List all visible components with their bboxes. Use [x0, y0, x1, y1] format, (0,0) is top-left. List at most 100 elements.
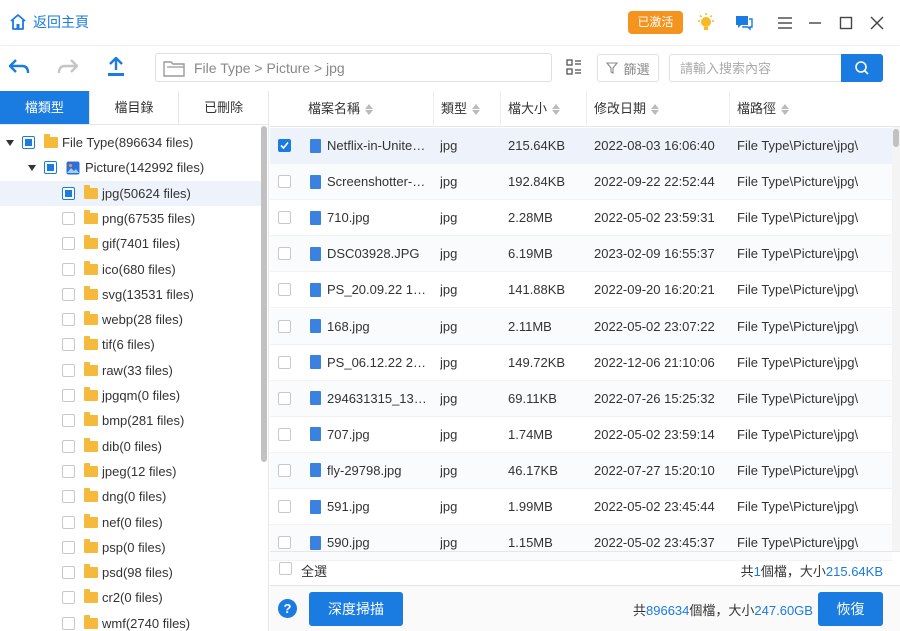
- close-icon[interactable]: [865, 11, 889, 35]
- scrollbar-thumb[interactable]: [893, 129, 899, 147]
- tree-checkbox[interactable]: [62, 287, 75, 301]
- path-bar[interactable]: File Type > Picture > jpg: [155, 53, 552, 82]
- back-icon[interactable]: [8, 57, 30, 80]
- expand-icon[interactable]: [28, 164, 36, 171]
- tree-item[interactable]: tif(6 files): [0, 332, 262, 357]
- row-checkbox[interactable]: [278, 139, 291, 152]
- tree-item[interactable]: dib(0 files): [0, 434, 262, 459]
- tree-checkbox[interactable]: [62, 616, 75, 630]
- expand-icon[interactable]: [6, 139, 14, 146]
- export-icon[interactable]: [106, 56, 126, 81]
- tree-checkbox[interactable]: [22, 136, 35, 149]
- tree-item[interactable]: bmp(281 files): [0, 408, 262, 433]
- col-date-header[interactable]: 修改日期: [594, 91, 660, 127]
- row-checkbox[interactable]: [278, 283, 291, 297]
- menu-icon[interactable]: [773, 11, 797, 35]
- tree-checkbox[interactable]: [62, 389, 75, 402]
- tree-item[interactable]: psp(0 files): [0, 535, 262, 560]
- tree-checkbox[interactable]: [62, 211, 75, 225]
- tree-checkbox[interactable]: [62, 313, 75, 327]
- path-text: File Type > Picture > jpg: [194, 59, 345, 76]
- left-scrollbar[interactable]: [261, 126, 267, 462]
- tree-checkbox[interactable]: [62, 591, 75, 605]
- table-scrollbar[interactable]: [892, 127, 900, 551]
- col-type-header[interactable]: 類型: [441, 91, 481, 127]
- activated-badge[interactable]: 已激活: [628, 11, 683, 34]
- tree-checkbox[interactable]: [62, 338, 75, 352]
- view-toggle-icon[interactable]: [566, 59, 582, 78]
- table-row[interactable]: PS_06.12.22 2… jpg 149.72KB 2022-12-06 21:1…: [270, 345, 892, 381]
- row-checkbox[interactable]: [278, 319, 291, 333]
- tree-checkbox[interactable]: [44, 161, 57, 175]
- row-checkbox[interactable]: [278, 427, 291, 441]
- recover-button[interactable]: 恢復: [818, 592, 883, 626]
- tree-item[interactable]: png(67535 files): [0, 206, 262, 231]
- search-input[interactable]: [669, 54, 841, 82]
- tree-item[interactable]: wmf(2740 files): [0, 611, 262, 631]
- table-row[interactable]: 707.jpg jpg 1.74MB 2022-05-02 23:59:14 File …: [270, 417, 892, 453]
- tree-checkbox[interactable]: [62, 515, 75, 529]
- tab-file-type[interactable]: 檔類型: [0, 91, 90, 124]
- tree-item[interactable]: svg(13531 files): [0, 282, 262, 307]
- row-checkbox[interactable]: [278, 211, 291, 225]
- tree-checkbox[interactable]: [62, 439, 75, 453]
- table-row[interactable]: PS_20.09.22 1… jpg 141.88KB 2022-09-20 16:2…: [270, 272, 892, 309]
- row-checkbox[interactable]: [278, 500, 291, 513]
- tree-item[interactable]: psd(98 files): [0, 560, 262, 585]
- col-path-header[interactable]: 檔路徑: [737, 91, 790, 127]
- row-checkbox[interactable]: [278, 247, 291, 261]
- folder-icon: [84, 437, 98, 452]
- tree-item[interactable]: ico(680 files): [0, 257, 262, 282]
- lightbulb-icon[interactable]: [694, 11, 718, 35]
- search-button[interactable]: [841, 54, 883, 82]
- table-row[interactable]: 168.jpg jpg 2.11MB 2022-05-02 23:07:22 File …: [270, 308, 892, 345]
- tree-item[interactable]: nef(0 files): [0, 510, 262, 535]
- filter-button[interactable]: 篩選: [597, 54, 659, 82]
- tree-item[interactable]: jpg(50624 files): [0, 180, 262, 206]
- tree-checkbox[interactable]: [62, 237, 75, 251]
- tree-item[interactable]: dng(0 files): [0, 484, 262, 509]
- tree-item[interactable]: gif(7401 files): [0, 231, 262, 256]
- table-row[interactable]: Screenshotter-… jpg 192.84KB 2022-09-22 22:…: [270, 164, 892, 201]
- help-icon[interactable]: ?: [278, 599, 297, 618]
- tree-item[interactable]: File Type(896634 files): [0, 130, 262, 155]
- table-row[interactable]: 710.jpg jpg 2.28MB 2022-05-02 23:59:31 File …: [270, 200, 892, 237]
- forward-icon[interactable]: [57, 57, 79, 80]
- tab-deleted[interactable]: 已刪除: [179, 91, 268, 124]
- tree-item[interactable]: Picture(142992 files): [0, 155, 262, 180]
- row-checkbox[interactable]: [278, 536, 291, 550]
- tab-file-directory[interactable]: 檔目錄: [90, 91, 180, 124]
- deep-scan-button[interactable]: 深度掃描: [309, 592, 403, 626]
- tree-checkbox[interactable]: [62, 363, 75, 377]
- select-all-checkbox[interactable]: [279, 562, 292, 575]
- tree-item[interactable]: raw(33 files): [0, 358, 262, 383]
- col-size-header[interactable]: 檔大小: [508, 91, 561, 127]
- tree-item[interactable]: jpgqm(0 files): [0, 383, 262, 408]
- table-row[interactable]: fly-29798.jpg jpg 46.17KB 2022-07-27 15:20:…: [270, 452, 892, 489]
- row-checkbox[interactable]: [278, 463, 291, 477]
- tree-checkbox[interactable]: [62, 262, 75, 276]
- tree-checkbox[interactable]: [62, 540, 75, 554]
- home-button[interactable]: 返回主頁: [9, 12, 89, 32]
- row-checkbox[interactable]: [278, 355, 291, 369]
- maximize-icon[interactable]: [834, 11, 858, 35]
- table-row[interactable]: 591.jpg jpg 1.99MB 2022-05-02 23:45:44 File …: [270, 489, 892, 525]
- tree-checkbox[interactable]: [62, 414, 75, 428]
- col-name-header[interactable]: 檔案名稱: [308, 91, 374, 127]
- feedback-icon[interactable]: [732, 11, 756, 35]
- table-row[interactable]: Netflix-in-Unite… jpg 215.64KB 2022-08-03 1…: [270, 128, 892, 164]
- tree-item[interactable]: jpeg(12 files): [0, 459, 262, 484]
- table-row[interactable]: 294631315_13… jpg 69.11KB 2022-07-26 15:25:…: [270, 380, 892, 417]
- tree-item[interactable]: webp(28 files): [0, 307, 262, 332]
- row-checkbox[interactable]: [278, 391, 291, 405]
- tree-item[interactable]: cr2(0 files): [0, 585, 262, 610]
- tree-checkbox[interactable]: [62, 490, 75, 504]
- row-checkbox[interactable]: [278, 175, 291, 189]
- minimize-icon[interactable]: [803, 11, 827, 35]
- tree-checkbox[interactable]: [62, 464, 75, 478]
- tree-checkbox[interactable]: [62, 566, 75, 580]
- file-type-cell: jpg: [440, 138, 458, 153]
- tree-checkbox[interactable]: [62, 186, 75, 200]
- table-row[interactable]: DSC03928.JPG jpg 6.19MB 2023-02-09 16:55:37…: [270, 236, 892, 273]
- folder-icon: [84, 488, 98, 503]
